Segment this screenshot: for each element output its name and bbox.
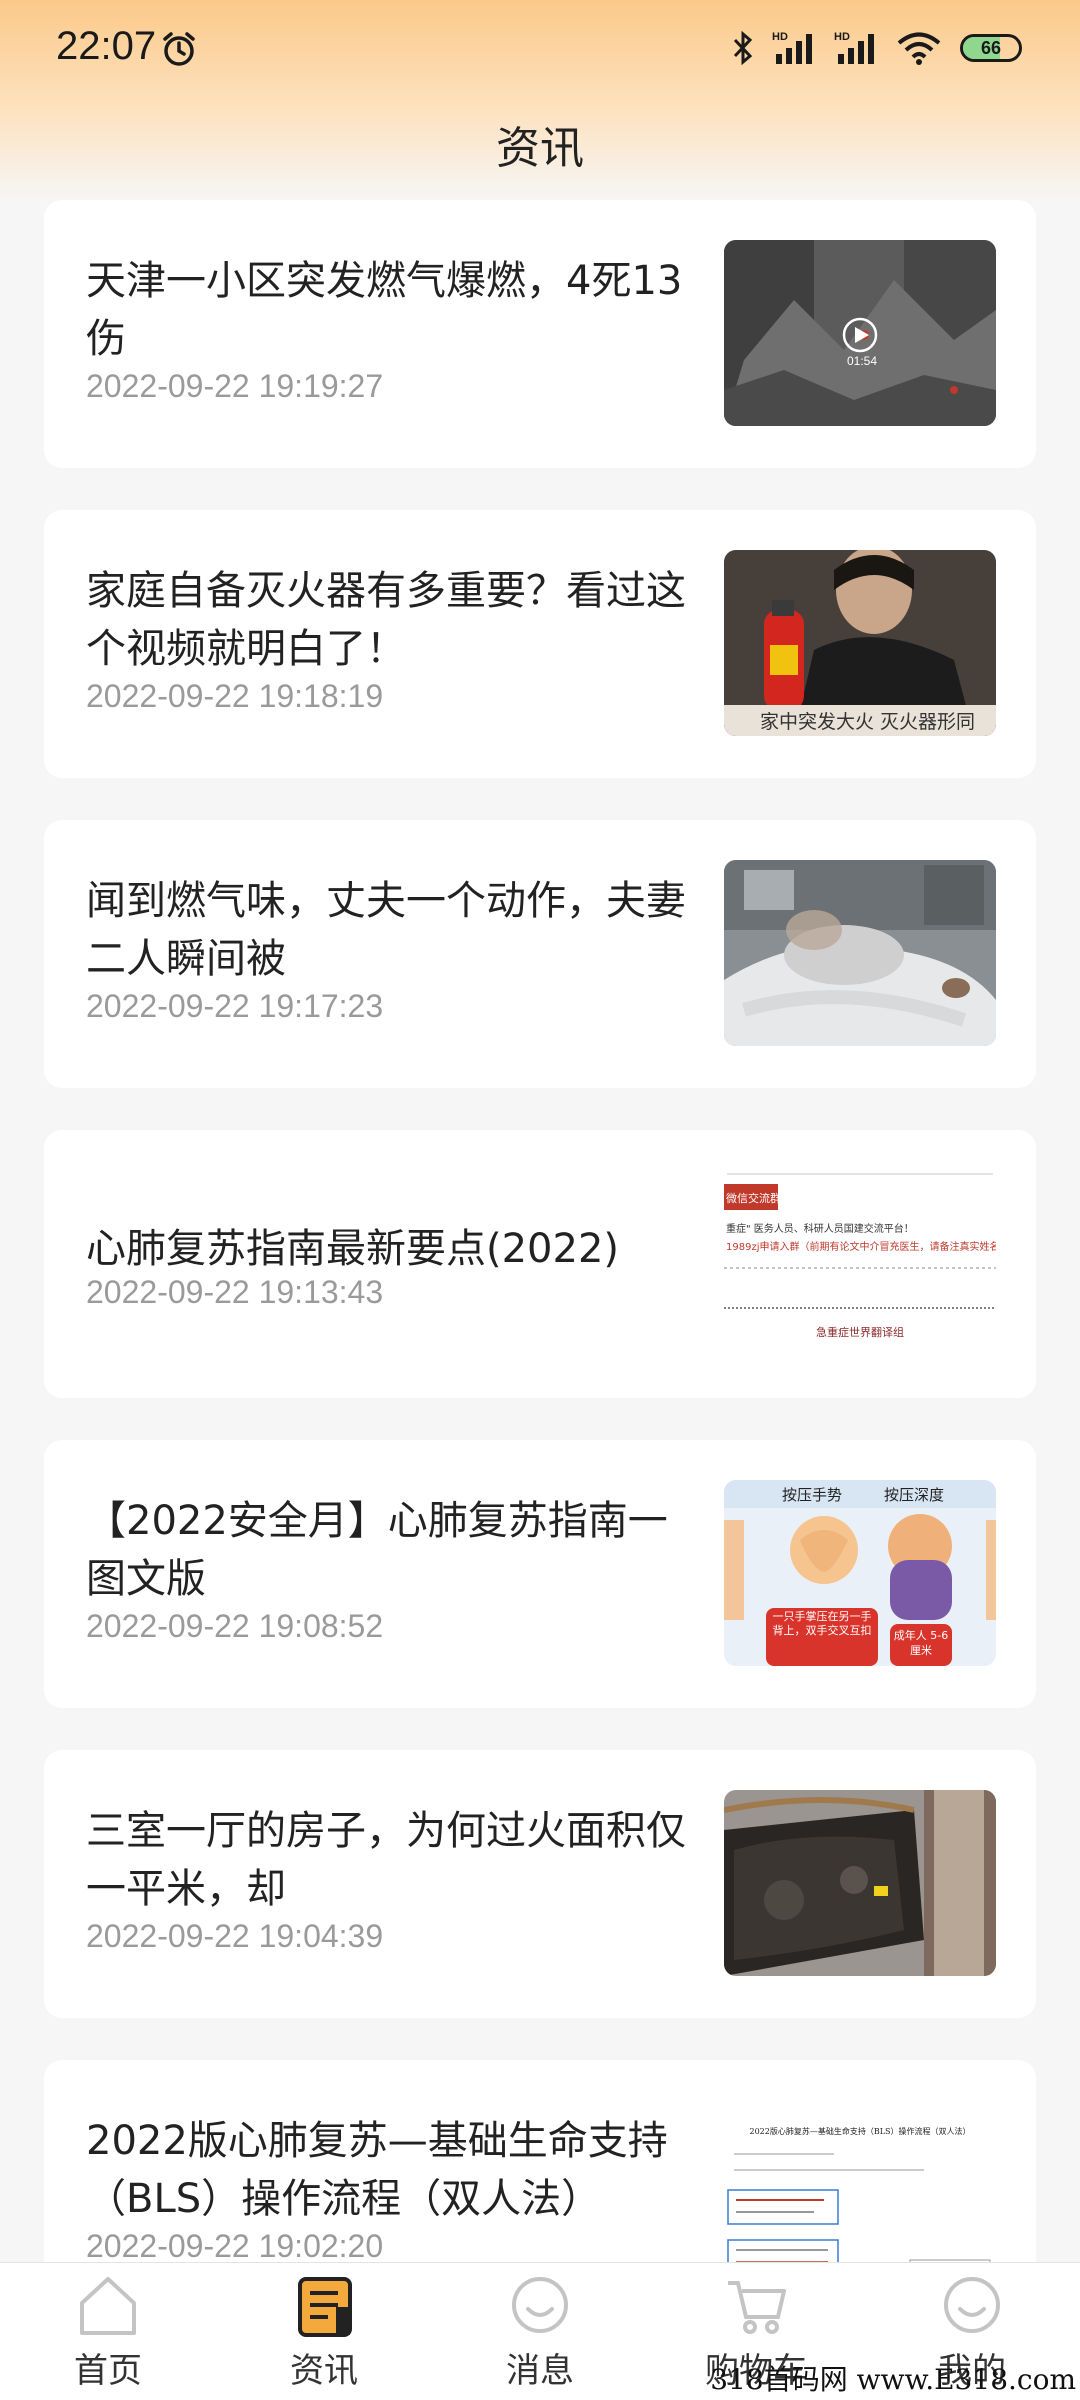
battery-level: 66 [980, 37, 1002, 58]
message-icon [512, 2277, 568, 2333]
status-bar: 22:07 HD HD 66 [0, 0, 1080, 100]
bluetooth-icon [732, 30, 754, 66]
svg-text:HD: HD [834, 31, 850, 43]
news-title: 【2022安全月】心肺复苏指南一图文版 [86, 1498, 668, 1602]
home-icon [80, 2277, 136, 2335]
thumbnail-caption: 家中突发大火 灭火器形同 [760, 711, 975, 733]
news-title: 闻到燃气味，丈夫一个动作，夫妻二人瞬间被 [86, 878, 686, 982]
signal-icon-1: HD [772, 30, 816, 66]
news-date: 2022-09-22 19:17:23 [86, 988, 384, 1024]
news-title: 2022版心肺复苏—基础生命支持（BLS）操作流程（双人法） [86, 2118, 668, 2222]
thumbnail-tag: 微信交流群 [726, 1191, 781, 1205]
news-list[interactable]: 天津一小区突发燃气爆燃，4死13伤 2022-09-22 19:19:27 01… [0, 200, 1080, 2262]
news-date: 2022-09-22 19:19:27 [86, 368, 384, 404]
news-date: 2022-09-22 19:18:19 [86, 678, 384, 714]
news-title: 家庭自备灭火器有多重要？看过这个视频就明白了！ [86, 568, 686, 672]
news-date: 2022-09-22 19:08:52 [86, 1608, 384, 1644]
news-thumbnail[interactable]: 家中突发大火 灭火器形同 [724, 550, 996, 736]
news-date: 2022-09-22 19:13:43 [86, 1274, 384, 1310]
thumbnail-footer: 急重症世界翻译组 [816, 1325, 904, 1339]
nav-label-message: 消息 [506, 2351, 574, 2391]
news-title: 心肺复苏指南最新要点(2022) [86, 1226, 620, 1272]
news-thumbnail[interactable] [724, 860, 996, 1046]
thumbnail-column-1: 按压手势 [782, 1486, 842, 1504]
cart-icon [728, 2281, 786, 2334]
page-title: 资讯 [496, 123, 584, 174]
news-thumbnail[interactable]: 01:54 [724, 240, 996, 426]
nav-item-message[interactable]: 消息 [432, 2263, 648, 2400]
news-thumbnail[interactable]: 2022版心肺复苏—基础生命支持（BLS）操作流程（双人法） [724, 2100, 996, 2262]
thumbnail-line-2: 1989zj申请入群（前期有论文中介冒充医生，请备注真实姓名+ [726, 1240, 996, 1253]
news-title: 天津一小区突发燃气爆燃，4死13伤 [86, 258, 683, 362]
status-time: 22:07 [56, 24, 157, 68]
news-thumbnail[interactable]: 微信交流群 重症" 医务人员、科研人员国建交流平台！ 1989zj申请入群（前期… [724, 1170, 996, 1356]
thumbnail-note-1: 一只手掌压在另一手背上，双手交叉互扣 [772, 1610, 872, 1637]
video-duration: 01:54 [847, 354, 877, 368]
nav-label-news: 资讯 [290, 2351, 358, 2391]
watermark: 318首码网 www.E318.com [710, 2363, 1076, 2396]
news-card[interactable]: 家庭自备灭火器有多重要？看过这个视频就明白了！ 2022-09-22 19:18… [44, 510, 1036, 778]
news-card[interactable]: 天津一小区突发燃气爆燃，4死13伤 2022-09-22 19:19:27 01… [44, 200, 1036, 468]
news-card[interactable]: 2022版心肺复苏—基础生命支持（BLS）操作流程（双人法） 2022-09-2… [44, 2060, 1036, 2262]
thumbnail-line-1: 重症" 医务人员、科研人员国建交流平台！ [726, 1222, 914, 1235]
news-icon [298, 2277, 352, 2337]
news-thumbnail[interactable]: 按压手势 按压深度 一只手掌压在另一手背上，双手交叉互扣 成年人 5-6厘米 [724, 1480, 996, 1666]
alarm-icon [160, 30, 198, 72]
svg-text:HD: HD [772, 31, 788, 43]
nav-item-home[interactable]: 首页 [0, 2263, 216, 2400]
news-card[interactable]: 三室一厅的房子，为何过火面积仅一平米，却 2022-09-22 19:04:39 [44, 1750, 1036, 2018]
profile-icon [944, 2277, 1000, 2333]
nav-label-home: 首页 [74, 2351, 142, 2391]
nav-item-news[interactable]: 资讯 [216, 2263, 432, 2400]
news-title: 三室一厅的房子，为何过火面积仅一平米，却 [86, 1808, 686, 1912]
news-card[interactable]: 心肺复苏指南最新要点(2022) 2022-09-22 19:13:43 微信交… [44, 1130, 1036, 1398]
thumbnail-note-2: 成年人 5-6厘米 [893, 1629, 949, 1657]
battery-icon: 66 [960, 34, 1022, 62]
signal-icon-2: HD [834, 30, 878, 66]
news-date: 2022-09-22 19:04:39 [86, 1918, 384, 1954]
news-card[interactable]: 闻到燃气味，丈夫一个动作，夫妻二人瞬间被 2022-09-22 19:17:23 [44, 820, 1036, 1088]
thumbnail-doc-title: 2022版心肺复苏—基础生命支持（BLS）操作流程（双人法） [749, 2126, 970, 2136]
wifi-icon [896, 30, 942, 66]
news-card[interactable]: 【2022安全月】心肺复苏指南一图文版 2022-09-22 19:08:52 … [44, 1440, 1036, 1708]
news-date: 2022-09-22 19:02:20 [86, 2228, 384, 2262]
thumbnail-column-2: 按压深度 [884, 1486, 944, 1504]
bottom-nav: 首页 资讯 消息 购物车 我的 318首码网 www.E318.com [0, 2262, 1080, 2400]
news-thumbnail[interactable] [724, 1790, 996, 1976]
